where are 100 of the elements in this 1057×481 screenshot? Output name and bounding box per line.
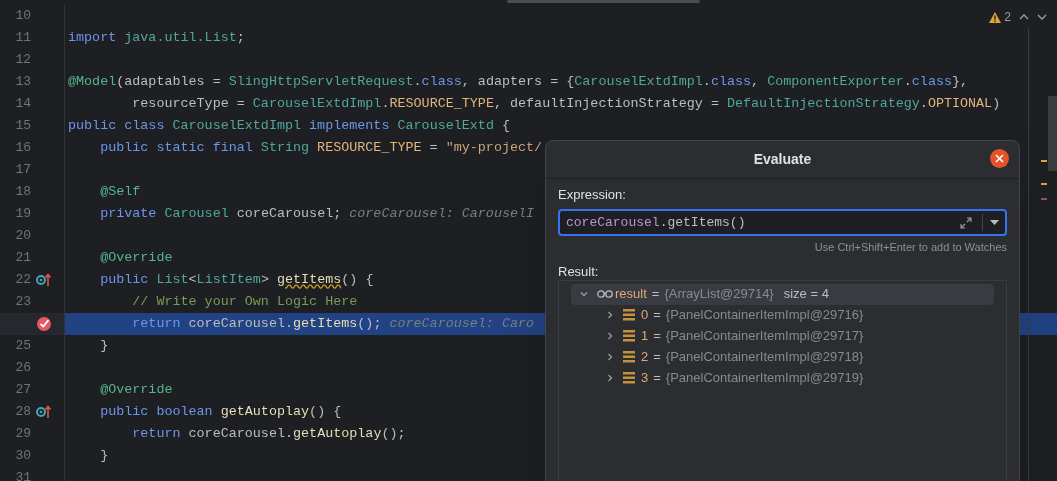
code-token: @Override bbox=[99, 380, 173, 399]
code-token: > bbox=[260, 270, 270, 289]
code-token: (adaptables = bbox=[116, 72, 222, 91]
result-node[interactable]: 1 = {PanelContainerItemImpl@29717} bbox=[571, 325, 994, 347]
line-number: 28 bbox=[15, 404, 31, 420]
vertical-scrollbar[interactable] bbox=[1048, 96, 1057, 171]
expand-icon[interactable] bbox=[960, 216, 972, 229]
line-number: 22 bbox=[15, 272, 31, 288]
list-item-icon bbox=[623, 372, 635, 384]
code-token: , defaultInjectionStrategy = bbox=[493, 94, 720, 113]
line-number: 10 bbox=[15, 8, 31, 24]
code-token: return bbox=[131, 314, 182, 333]
code-token: CarouselExtdImpl bbox=[172, 116, 302, 135]
warning-marker bbox=[1041, 183, 1047, 185]
variable-value: {PanelContainerItemImpl@29718} bbox=[665, 348, 864, 367]
code-token: } bbox=[99, 446, 109, 465]
line-number: 16 bbox=[15, 140, 31, 156]
code-token: import bbox=[68, 28, 118, 47]
line-number: 27 bbox=[15, 382, 31, 398]
close-button[interactable] bbox=[990, 149, 1009, 168]
code-token: // Write your Own Logic Here bbox=[131, 292, 358, 311]
code-token: RESOURCE_TYPE bbox=[389, 94, 494, 113]
warnings-indicator[interactable]: 2 bbox=[989, 8, 1011, 26]
variable-value: {PanelContainerItemImpl@29719} bbox=[665, 369, 864, 388]
variable-value: {ArrayList@29714} bbox=[664, 285, 774, 304]
breakpoint-icon[interactable] bbox=[36, 316, 52, 332]
expression-label: Expression: bbox=[558, 186, 627, 204]
chevron-right-icon[interactable] bbox=[605, 373, 615, 383]
code-token: String bbox=[260, 138, 310, 157]
code-token: = bbox=[428, 138, 439, 157]
code-token: . bbox=[413, 72, 422, 91]
variable-name: 3 bbox=[641, 369, 649, 388]
result-node[interactable]: 2 = {PanelContainerItemImpl@29718} bbox=[571, 346, 994, 368]
code-token: ) bbox=[992, 94, 1001, 113]
line-number: 30 bbox=[15, 448, 31, 464]
list-item-icon bbox=[623, 330, 635, 342]
variable-name: 1 bbox=[641, 327, 649, 346]
code-token: getItems bbox=[293, 314, 358, 333]
code-token: class bbox=[710, 72, 752, 91]
code-token: { bbox=[500, 116, 510, 135]
close-icon bbox=[995, 154, 1004, 163]
line-number: 26 bbox=[15, 360, 31, 376]
chevron-right-icon[interactable] bbox=[605, 331, 615, 341]
chevron-right-icon[interactable] bbox=[605, 352, 615, 362]
result-node[interactable]: result = {ArrayList@29714} size = 4 bbox=[571, 283, 994, 305]
horizontal-scrollbar[interactable] bbox=[507, 0, 700, 3]
line-number: 15 bbox=[15, 118, 31, 134]
line-number: 25 bbox=[15, 338, 31, 354]
equals-sign: = bbox=[653, 348, 661, 367]
chevron-up-icon[interactable] bbox=[1019, 13, 1029, 21]
variable-value: {PanelContainerItemImpl@29716} bbox=[665, 306, 864, 325]
code-token: getItems bbox=[277, 270, 342, 289]
line-number: 29 bbox=[15, 426, 31, 442]
list-item-icon bbox=[623, 351, 635, 363]
code-token: class bbox=[421, 72, 462, 91]
code-token: . bbox=[702, 72, 711, 91]
code-token: . bbox=[381, 94, 390, 113]
code-token: . bbox=[903, 72, 912, 91]
code-token: CarouselExtdImpl bbox=[574, 72, 703, 91]
chevron-down-icon[interactable] bbox=[1037, 13, 1047, 21]
code-token: public static final bbox=[99, 138, 254, 157]
equals-sign: = bbox=[653, 327, 661, 346]
code-token: public class bbox=[68, 116, 166, 135]
code-token: ; bbox=[236, 28, 245, 47]
code-token: } bbox=[99, 336, 109, 355]
code-token: ComponentExporter bbox=[767, 72, 904, 91]
chevron-right-icon[interactable] bbox=[605, 310, 615, 320]
variable-name: 0 bbox=[641, 306, 649, 325]
line-number: 20 bbox=[15, 228, 31, 244]
code-token: .getItems() bbox=[659, 214, 746, 230]
chevron-down-icon[interactable] bbox=[579, 289, 589, 299]
result-node[interactable]: 3 = {PanelContainerItemImpl@29719} bbox=[571, 367, 994, 389]
code-token: @Override bbox=[99, 248, 173, 267]
inline-hint: coreCarousel: CarouselI bbox=[349, 204, 535, 223]
code-token: implements bbox=[308, 116, 391, 135]
code-token: . bbox=[285, 424, 294, 443]
code-token: return bbox=[131, 424, 182, 443]
variable-value: {PanelContainerItemImpl@29717} bbox=[665, 327, 864, 346]
code-token: OPTIONAL bbox=[927, 94, 993, 113]
code-token: public boolean bbox=[99, 402, 214, 421]
code-token: coreCarousel bbox=[566, 214, 660, 230]
code-token: java.util. bbox=[124, 28, 205, 47]
code-token: . bbox=[285, 314, 294, 333]
code-token: }, bbox=[952, 72, 969, 91]
code-token: () { bbox=[309, 402, 342, 421]
expression-field[interactable]: coreCarousel.getItems() bbox=[558, 209, 1007, 236]
override-icon[interactable] bbox=[36, 273, 52, 287]
equals-sign: = bbox=[653, 306, 661, 325]
line-number: 31 bbox=[15, 470, 31, 481]
line-number: 17 bbox=[15, 162, 31, 178]
warning-icon bbox=[989, 11, 1002, 23]
code-token: Carousel bbox=[164, 204, 229, 223]
inline-hint: coreCarousel: Caro bbox=[389, 314, 535, 333]
result-node[interactable]: 0 = {PanelContainerItemImpl@29716} bbox=[571, 304, 994, 326]
code-token: @Self bbox=[99, 182, 141, 201]
code-token: class bbox=[911, 72, 952, 91]
code-token: coreCarousel bbox=[188, 424, 285, 443]
code-token: CarouselExtdImpl bbox=[252, 94, 382, 113]
line-number: 11 bbox=[15, 30, 31, 46]
override-icon[interactable] bbox=[36, 405, 52, 419]
